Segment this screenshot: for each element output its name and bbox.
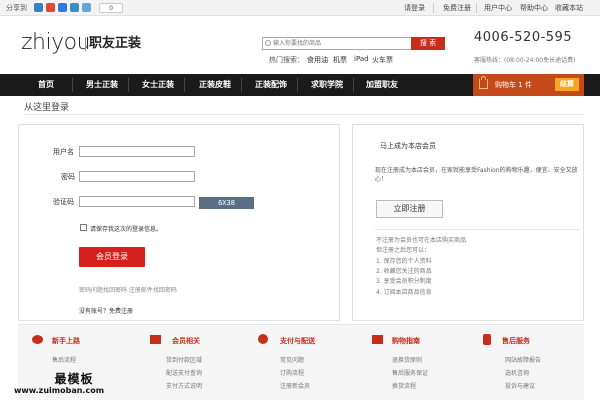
footer-col-title: 售后服务 bbox=[502, 337, 530, 345]
footer-link[interactable]: 配送支付查询 bbox=[166, 368, 202, 377]
search-input[interactable] bbox=[263, 38, 413, 49]
register-link[interactable]: 免费注册 bbox=[443, 3, 471, 13]
footer-link[interactable]: 选机咨询 bbox=[505, 368, 529, 377]
remember-checkbox[interactable] bbox=[80, 224, 87, 231]
checkout-button[interactable]: 结算 bbox=[555, 78, 579, 91]
share-renren-icon[interactable] bbox=[70, 3, 79, 12]
search-icon bbox=[265, 40, 271, 46]
page-title: 从这里登录 bbox=[24, 103, 70, 113]
cart-label[interactable]: 购物车 1 件 bbox=[495, 80, 532, 90]
search-box bbox=[262, 37, 414, 50]
nav-divider bbox=[128, 78, 129, 92]
hot-search-item[interactable]: 机票 bbox=[333, 55, 347, 65]
watermark-url: www.zuimoban.com bbox=[13, 386, 105, 395]
password-field[interactable] bbox=[79, 171, 195, 182]
no-account-register-link[interactable]: 没有账号？免费注册 bbox=[79, 306, 133, 315]
benefit-lead: 但注册之后您可以： bbox=[376, 247, 431, 254]
logo-divider bbox=[85, 37, 86, 51]
card-icon bbox=[150, 335, 161, 344]
footer-link[interactable]: 订购流程 bbox=[280, 368, 304, 377]
nav-item-career[interactable]: 求职学院 bbox=[311, 74, 343, 96]
username-label: 用户名 bbox=[53, 148, 74, 156]
nav-item-franchise[interactable]: 加盟职友 bbox=[366, 74, 398, 96]
captcha-label: 验证码 bbox=[53, 198, 74, 206]
divider bbox=[375, 229, 581, 230]
footer-link[interactable]: 投诉与建议 bbox=[505, 381, 535, 390]
service-hours: 客服热线：(08:00-24:00免长途话费) bbox=[474, 57, 576, 64]
chat-icon bbox=[32, 335, 43, 344]
register-title: 马上成为本店会员 bbox=[380, 142, 436, 150]
footer-link[interactable]: 常见问题 bbox=[280, 355, 304, 364]
footer-col-title: 支付与配送 bbox=[280, 337, 315, 345]
nav-item-home[interactable]: 首页 bbox=[38, 74, 54, 96]
nav-divider bbox=[241, 78, 242, 92]
footer-link[interactable]: 注册新会员 bbox=[280, 381, 310, 390]
nav-divider bbox=[184, 78, 185, 92]
footer-col-title: 购物指南 bbox=[392, 337, 420, 345]
phone-icon bbox=[483, 334, 491, 345]
share-qzone-icon[interactable] bbox=[34, 3, 43, 12]
benefit-item: 3. 享受会员积分制度 bbox=[376, 278, 432, 285]
captcha-field[interactable] bbox=[79, 196, 195, 207]
divider bbox=[24, 114, 584, 115]
nav-divider bbox=[72, 78, 73, 92]
benefit-item: 4. 订阅本店商品信息 bbox=[376, 289, 432, 296]
captcha-image[interactable]: 6X38 bbox=[199, 197, 254, 209]
nav-item-shoes[interactable]: 正装皮鞋 bbox=[199, 74, 231, 96]
share-label: 分享到 bbox=[6, 4, 27, 12]
hot-search-item[interactable]: 火车票 bbox=[372, 55, 393, 65]
share-more-icon[interactable] bbox=[82, 3, 91, 12]
benefit-intro: 不注册为会员也可在本店购买商品 bbox=[376, 237, 467, 244]
hot-search-item[interactable]: 食用油 bbox=[307, 55, 328, 65]
benefit-item: 1. 保存您的个人资料 bbox=[376, 258, 432, 265]
logo-text[interactable]: zhiyou bbox=[21, 28, 91, 58]
nav-item-accessories[interactable]: 正装配饰 bbox=[255, 74, 287, 96]
hot-search-item[interactable]: iPad bbox=[354, 55, 369, 63]
login-button[interactable]: 会员登录 bbox=[79, 247, 145, 267]
register-button[interactable]: 立即注册 bbox=[376, 200, 443, 218]
hot-search-label: 热门搜索： bbox=[269, 56, 304, 64]
login-link[interactable]: 请登录 bbox=[404, 3, 425, 13]
footer-link[interactable]: 售后服务保证 bbox=[392, 368, 428, 377]
forgot-password-links[interactable]: 密码问题找回密码 注册邮件找回密码 bbox=[79, 285, 177, 294]
footer-link[interactable]: 退换货原则 bbox=[392, 355, 422, 364]
document-icon bbox=[372, 335, 383, 344]
footer-col-title: 会员相关 bbox=[172, 337, 200, 345]
bookmark-link[interactable]: 收藏本站 bbox=[555, 3, 583, 13]
logo-chinese[interactable]: 职友正装 bbox=[89, 35, 141, 52]
nav-item-men[interactable]: 男士正装 bbox=[86, 74, 118, 96]
share-tqq-icon[interactable] bbox=[58, 3, 67, 12]
shopping-bag-icon bbox=[479, 79, 488, 89]
password-label: 密码 bbox=[61, 173, 75, 181]
footer-link[interactable]: 换货流程 bbox=[392, 381, 416, 390]
footer-link[interactable]: 支付方式说明 bbox=[166, 381, 202, 390]
share-weibo-icon[interactable] bbox=[46, 3, 55, 12]
footer-link[interactable]: 网站故障报告 bbox=[505, 355, 541, 364]
watermark-logo: 最模板 bbox=[54, 372, 94, 386]
footer-col-title: 新手上路 bbox=[52, 337, 80, 345]
username-field[interactable] bbox=[79, 146, 195, 157]
hotline-number: 4006-520-595 bbox=[474, 30, 573, 45]
search-button[interactable]: 搜 索 bbox=[411, 37, 445, 50]
nav-divider bbox=[297, 78, 298, 92]
user-center-link[interactable]: 用户中心 bbox=[484, 3, 512, 13]
nav-item-women[interactable]: 女士正装 bbox=[142, 74, 174, 96]
remember-label: 请保存我这次的登录信息。 bbox=[90, 226, 163, 233]
register-description: 现在注册成为本店会员，在家就能享受Fashion的购物乐趣，便宜、安全又放心！ bbox=[375, 167, 578, 183]
gear-icon bbox=[258, 334, 268, 344]
nav-divider bbox=[353, 78, 354, 92]
benefit-item: 2. 收藏您关注的商品 bbox=[376, 268, 432, 275]
help-center-link[interactable]: 帮助中心 bbox=[520, 3, 548, 13]
divider bbox=[433, 3, 434, 13]
footer-link[interactable]: 货到付款区域 bbox=[166, 355, 202, 364]
share-count: 0 bbox=[99, 3, 123, 13]
footer-link[interactable]: 售后流程 bbox=[52, 355, 76, 364]
divider bbox=[476, 3, 477, 13]
